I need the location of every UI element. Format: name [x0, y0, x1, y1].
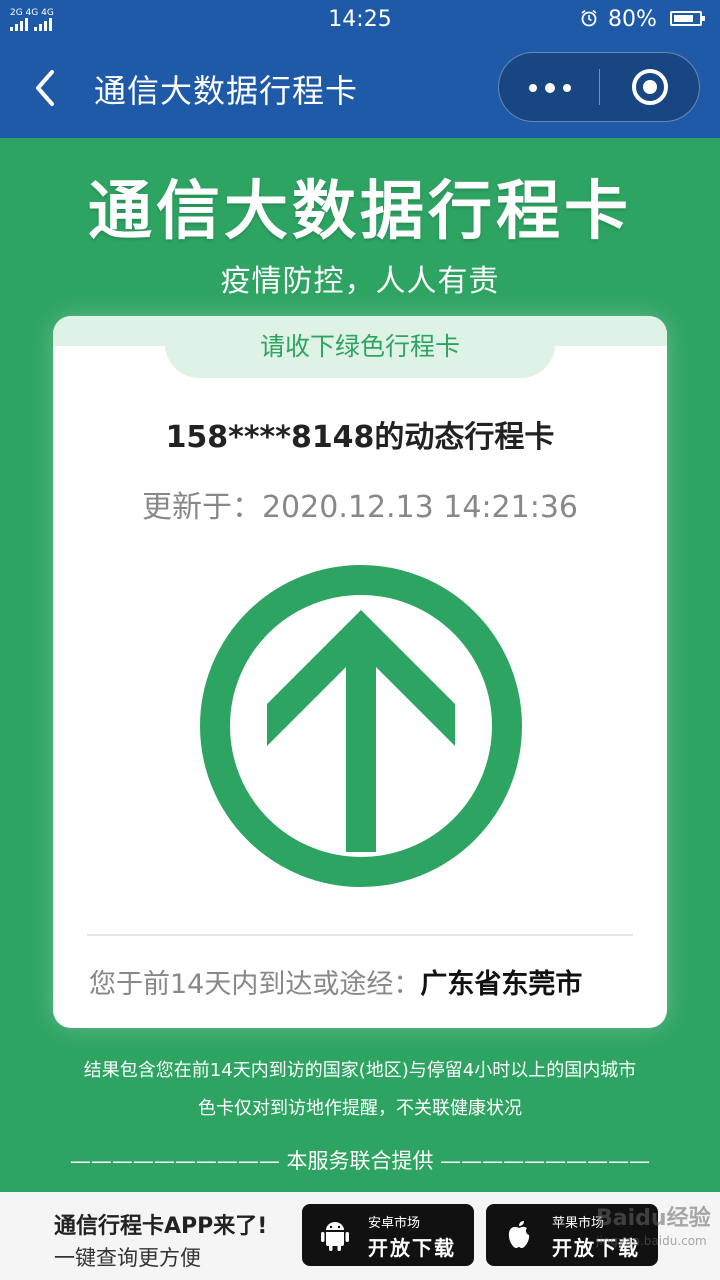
android-icon [321, 1222, 349, 1251]
close-miniprogram-button[interactable] [600, 53, 700, 121]
watermark-url: jingyan.baidu.com [596, 1234, 707, 1248]
android-download-label: 开放下载 [368, 1236, 456, 1260]
android-store-label: 安卓市场 [368, 1216, 421, 1231]
battery-percent: 80% [608, 7, 657, 32]
android-download-button[interactable]: 安卓市场 开放下载 [302, 1204, 474, 1266]
phone-title: 158****8148的动态行程卡 [165, 420, 555, 455]
page-title: 通信大数据行程卡 [88, 175, 632, 249]
more-icon-right [563, 84, 571, 92]
provider-dashes-left: —————————— [69, 1149, 280, 1173]
status-bar: 2G 4G 4G 14:25 80% [0, 0, 720, 38]
battery-icon [670, 11, 705, 26]
note-line-1: 结果包含您在前14天内到访的国家(地区)与停留4小时以上的国内城市 [83, 1060, 637, 1081]
visited-prefix: 您于前14天内到达或途经： [89, 969, 421, 1000]
download-subtitle: 一键查询更方便 [54, 1246, 201, 1270]
back-button[interactable] [28, 66, 68, 110]
note-line-2: 色卡仅对到访地作提醒，不关联健康状况 [198, 1098, 522, 1119]
nav-title: 通信大数据行程卡 [94, 72, 359, 110]
itinerary-card: 请收下绿色行程卡 158****8148的动态行程卡 更新于：2020.12.1… [53, 316, 667, 1028]
watermark: Baidu经验 jingyan.baidu.com [596, 1200, 711, 1248]
more-icon-center [545, 83, 555, 93]
slogan: 疫情防控，人人有责 [220, 264, 500, 299]
alarm-icon [581, 9, 597, 27]
provider-dashes-right: —————————— [440, 1149, 651, 1173]
notes: 结果包含您在前14天内到访的国家(地区)与停留4小时以上的国内城市 色卡仅对到访… [0, 1052, 720, 1128]
provider-text: 本服务联合提供 [279, 1149, 441, 1173]
visited-cities: 您于前14天内到达或途经：广东省东莞市 [89, 962, 649, 1001]
more-icon [529, 84, 537, 92]
apple-icon [508, 1221, 530, 1248]
green-arrow-up-icon [200, 565, 522, 887]
update-time: 更新于：2020.12.13 14:21:36 [141, 490, 579, 525]
provider-line: —————————— 本服务联合提供 —————————— [0, 1145, 720, 1175]
download-title: 通信行程卡APP来了! [54, 1214, 268, 1239]
miniprogram-capsule [498, 52, 700, 122]
watermark-brand: Baidu经验 [596, 1206, 711, 1231]
card-divider [87, 934, 633, 936]
visited-city: 广东省东莞市 [420, 969, 583, 1000]
chevron-left-icon [36, 70, 54, 106]
nav-bar: 通信大数据行程卡 [0, 38, 720, 138]
more-button[interactable] [499, 53, 599, 121]
target-icon-dot [643, 80, 657, 94]
card-tab-label: 请收下绿色行程卡 [165, 316, 555, 378]
